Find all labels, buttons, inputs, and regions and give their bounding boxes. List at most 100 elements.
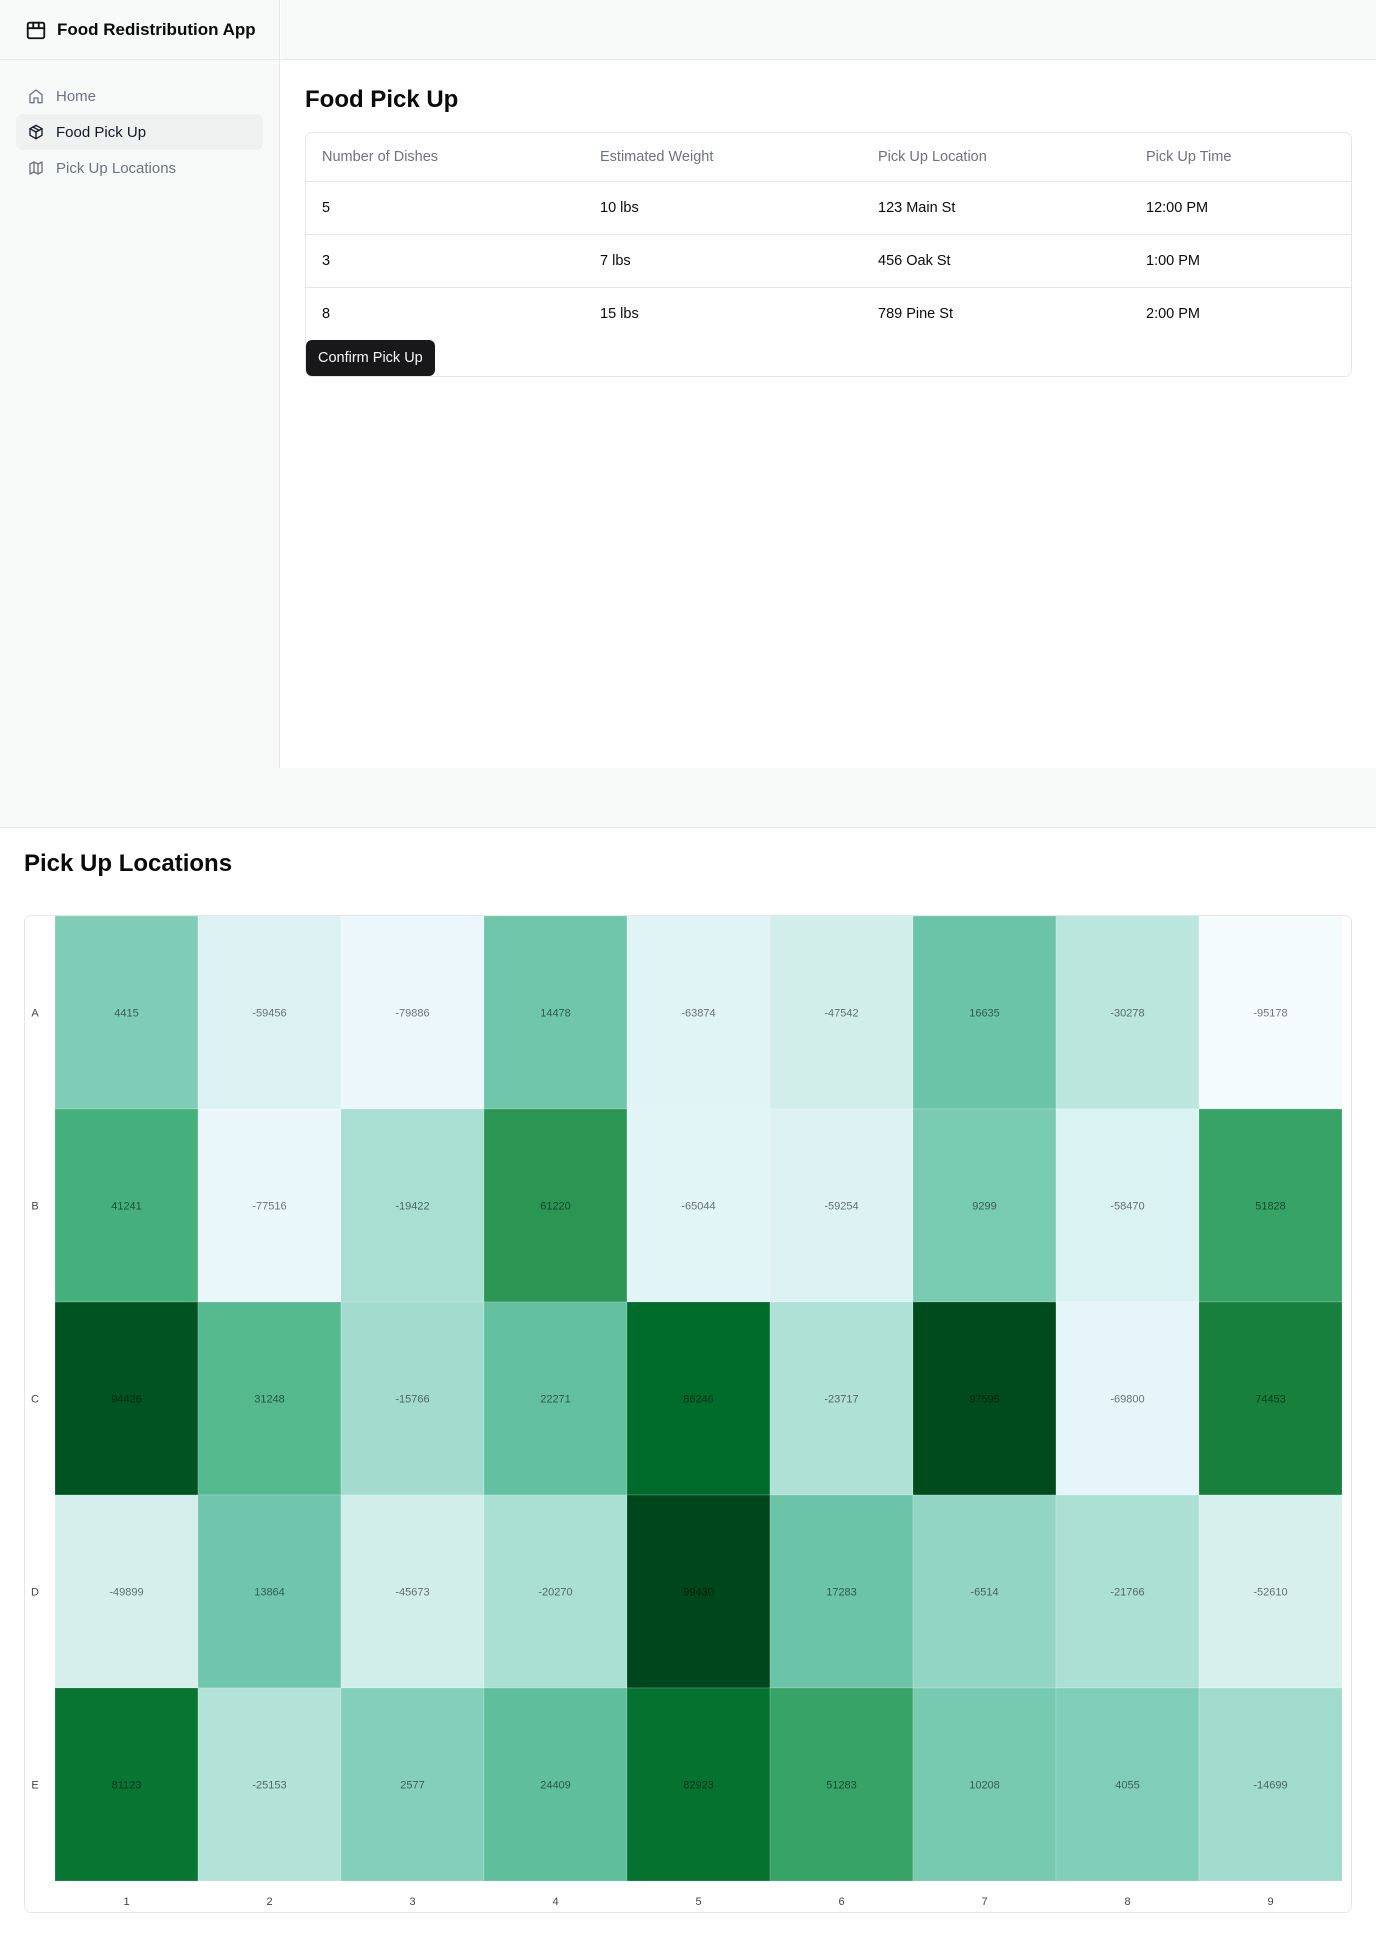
heatmap-cell-label: 14478: [540, 1008, 571, 1020]
heatmap-card: 4415 -59456 -79886 14478 -63874 -47542 16635 -3…: [24, 915, 1352, 1913]
sidebar-item-label: Food Pick Up: [56, 123, 147, 141]
heatmap-cell-label: -19422: [395, 1201, 429, 1213]
table-cell: 456 Oak St: [878, 252, 951, 269]
column-header: Number of Dishes: [306, 133, 584, 182]
heatmap-cell-label: 94426: [111, 1394, 142, 1406]
heatmap-cell-label: 31248: [254, 1394, 285, 1406]
x-tick-label: 7: [981, 1896, 987, 1908]
x-tick-label: 4: [552, 1896, 558, 1908]
x-tick-label: 9: [1267, 1896, 1273, 1908]
x-tick-label: 8: [1124, 1896, 1130, 1908]
heatmap-cell-label: -59456: [252, 1008, 286, 1020]
heatmap-cell-label: -52610: [1253, 1587, 1287, 1599]
heatmap-cell-label: 16635: [969, 1008, 1000, 1020]
sidebar-item-home[interactable]: Home: [16, 78, 263, 114]
y-tick-label: D: [31, 1587, 39, 1599]
sidebar-nav: Home Food Pick Up Pick Up Locations: [0, 60, 279, 204]
heatmap-cell-label: 13864: [254, 1587, 285, 1599]
sidebar-item-label: Home: [56, 87, 97, 105]
x-tick-label: 3: [409, 1896, 415, 1908]
heatmap-cell-label: 82923: [683, 1780, 714, 1792]
y-tick-label: B: [31, 1201, 38, 1213]
heatmap-cell-label: 61220: [540, 1201, 571, 1213]
heatmap-cell-label: -23717: [824, 1394, 858, 1406]
sidebar-item-food-pick-up[interactable]: Food Pick Up: [16, 114, 263, 150]
x-tick-label: 5: [695, 1896, 701, 1908]
main-content: Food Pick Up Number of Dishes Estimated …: [281, 60, 1376, 768]
table-cell: 789 Pine St: [878, 305, 953, 322]
heatmap-cell-label: 51828: [1255, 1201, 1286, 1213]
pick-up-table: Number of Dishes Estimated Weight Pick U…: [306, 133, 1351, 340]
heatmap-cell-label: -20270: [538, 1587, 572, 1599]
heatmap-cell-label: -65044: [681, 1201, 715, 1213]
heatmap-cell-label: -47542: [824, 1008, 858, 1020]
x-tick-label: 1: [123, 1896, 129, 1908]
sidebar-item-label: Pick Up Locations: [56, 159, 177, 177]
heatmap-cell-label: -79886: [395, 1008, 429, 1020]
table-cell: 123 Main St: [878, 199, 956, 216]
heatmap-cell-label: 22271: [540, 1394, 571, 1406]
table-cell: 15 lbs: [600, 305, 639, 322]
table-row[interactable]: 5 10 lbs 123 Main St 12:00 PM: [306, 181, 1351, 234]
heatmap-cell-label: 97595: [969, 1394, 1000, 1406]
y-tick-label: A: [31, 1008, 39, 1020]
home-icon: [28, 88, 44, 104]
map-icon: [28, 160, 44, 176]
table-cell: 8: [322, 305, 331, 322]
section-title: Pick Up Locations: [24, 850, 233, 877]
heatmap-cell-label: 10208: [969, 1780, 1000, 1792]
heatmap-cell-label: 4415: [114, 1008, 138, 1020]
heatmap-cell-label: -49899: [109, 1587, 143, 1599]
page-title: Food Pick Up: [305, 86, 459, 113]
heatmap-cell-label: 51283: [826, 1780, 857, 1792]
button-row: Confirm Pick Up: [306, 340, 1351, 376]
heatmap-cell-label: 41241: [111, 1201, 142, 1213]
top-bar: [281, 0, 1376, 60]
heatmap-cell-label: 81123: [112, 1780, 142, 1792]
heatmap-cell-label: 9299: [972, 1201, 996, 1213]
heatmap-cell-label: 2577: [400, 1780, 424, 1792]
y-tick-label: C: [31, 1394, 39, 1406]
brand[interactable]: Food Redistribution App: [0, 0, 279, 60]
heatmap-cell-label: 99430: [683, 1587, 714, 1599]
table-cell: 5: [322, 199, 331, 216]
heatmap-cell-label: -77516: [252, 1201, 286, 1213]
app-title: Food Redistribution App: [57, 19, 256, 39]
heatmap-cell-label: 4055: [1115, 1780, 1139, 1792]
heatmap-cell-label: -6514: [970, 1587, 998, 1599]
column-header: Pick Up Time: [1130, 133, 1351, 182]
heatmap-cell-label: -58470: [1110, 1201, 1144, 1213]
confirm-pick-up-button[interactable]: Confirm Pick Up: [306, 340, 435, 376]
heatmap-cell-label: -30278: [1110, 1008, 1144, 1020]
table-row[interactable]: 8 15 lbs 789 Pine St 2:00 PM: [306, 287, 1351, 340]
heatmap-cell-label: -21766: [1110, 1587, 1144, 1599]
section-separator: [0, 768, 1376, 828]
heatmap-cell-label: 86246: [683, 1394, 714, 1406]
heatmap-cell-label: -45673: [395, 1587, 429, 1599]
table-cell: 10 lbs: [600, 199, 639, 216]
pick-up-table-card: Number of Dishes Estimated Weight Pick U…: [305, 132, 1352, 377]
sidebar-item-pick-up-locations[interactable]: Pick Up Locations: [16, 150, 263, 186]
app-shell: Food Redistribution App Home Food Pick U…: [0, 0, 1376, 768]
heatmap-cell-label: -95178: [1253, 1008, 1287, 1020]
pick-up-locations-section: Pick Up Locations 4415 -59456 -79886 14478 -…: [0, 829, 1376, 1937]
package-icon: [28, 124, 44, 140]
table-row[interactable]: 3 7 lbs 456 Oak St 1:00 PM: [306, 234, 1351, 287]
table-header-row: Number of Dishes Estimated Weight Pick U…: [306, 133, 1351, 182]
table-cell: 1:00 PM: [1146, 252, 1200, 269]
table-cell: 12:00 PM: [1146, 199, 1209, 216]
package-icon: [25, 19, 47, 41]
heatmap-cell-label: -25153: [252, 1780, 286, 1792]
column-header: Estimated Weight: [584, 133, 862, 182]
heatmap-cell-label: 24409: [540, 1780, 571, 1792]
table-cell: 7 lbs: [600, 252, 631, 269]
heatmap-cell-label: 17283: [826, 1587, 857, 1599]
table-cell: 2:00 PM: [1146, 305, 1200, 322]
table-cell: 3: [322, 252, 331, 269]
heatmap-cell-label: 74453: [1255, 1394, 1286, 1406]
x-tick-label: 6: [838, 1896, 844, 1908]
heatmap-cell-label: -15766: [395, 1394, 429, 1406]
sidebar: Food Redistribution App Home Food Pick U…: [0, 0, 280, 768]
heatmap-cell-label: -69800: [1110, 1394, 1144, 1406]
column-header: Pick Up Location: [862, 133, 1130, 182]
